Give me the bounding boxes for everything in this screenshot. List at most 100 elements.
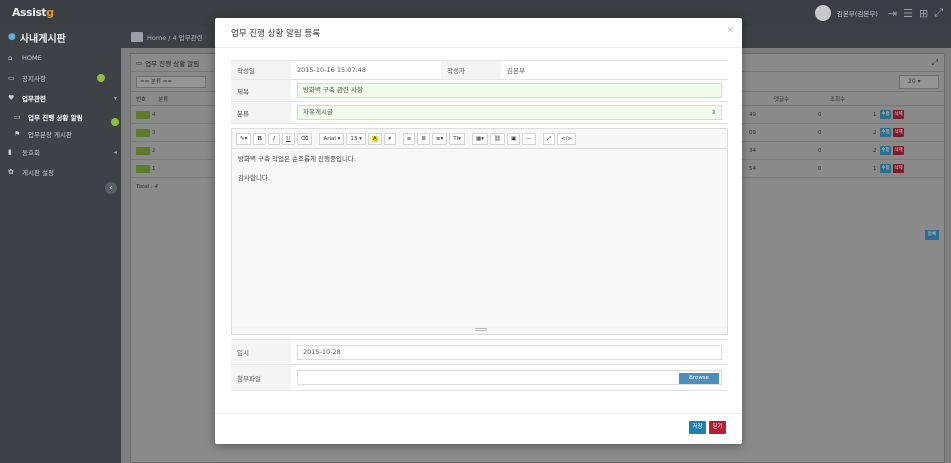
edit-button[interactable]: 수정 <box>880 164 891 173</box>
new-badge <box>136 110 150 119</box>
schedule-row: 일시 2015-10-28 <box>231 339 728 365</box>
menu-icon[interactable]: ☰ <box>903 7 913 20</box>
author-label: 작성자 <box>441 61 501 79</box>
app-logo[interactable]: Assistg <box>12 6 54 19</box>
chevron-down-icon: ▾ <box>113 94 117 102</box>
meta-row: 작성일 2015-10-16 15:07:48 작성자 김본부 <box>231 60 728 80</box>
highlight-color-button[interactable]: A <box>367 132 382 145</box>
logout-icon[interactable]: ⇥ <box>888 7 897 20</box>
notice-badge <box>97 74 105 82</box>
date-value: 2015-10-16 15:07:48 <box>297 66 367 74</box>
rich-text-editor: ✎▾ B I U ⌫ Arial ▾ 13 ▾ A ▾ ≡ ≣ ≡▾ TI▾ ▦… <box>231 128 728 335</box>
post-form: 작성일 2015-10-16 15:07:48 작성자 김본부 제목 방화벽 구… <box>231 60 728 335</box>
modal-header: 업무 진행 상황 알림 등록 ✕ <box>215 18 742 48</box>
user-name[interactable]: 김본부(김본부) <box>837 8 878 18</box>
fullscreen-icon[interactable]: ⤢ <box>542 132 556 145</box>
board-icon: ▭ <box>14 112 21 121</box>
category-filter-select[interactable]: == 분류 == <box>136 75 206 88</box>
date-label: 작성일 <box>231 61 291 79</box>
chevron-left-icon: ◂ <box>113 148 117 156</box>
code-icon[interactable]: </> <box>557 132 577 145</box>
picture-icon[interactable]: ▣ <box>507 132 521 145</box>
gear-icon: ✿ <box>8 168 14 176</box>
delete-button[interactable]: 삭제 <box>893 128 904 137</box>
schedule-form: 일시 2015-10-28 첨부파일 Browse <box>231 339 728 391</box>
flag-icon: ⚑ <box>14 129 21 138</box>
editor-toolbar: ✎▾ B I U ⌫ Arial ▾ 13 ▾ A ▾ ≡ ≣ ≡▾ TI▾ ▦… <box>232 129 727 149</box>
bars-icon: ▮ <box>8 148 12 156</box>
ordered-list-icon[interactable]: ≣ <box>417 132 430 145</box>
font-family-select[interactable]: Arial ▾ <box>319 132 345 145</box>
subject-label: 제목 <box>231 80 291 101</box>
color-dropdown-icon[interactable]: ▾ <box>383 132 396 145</box>
attachment-row: 첨부파일 Browse <box>231 365 728 391</box>
edit-button[interactable]: 수정 <box>880 146 891 155</box>
sidebar-item-home[interactable]: ⌂ HOME <box>0 48 121 68</box>
attachment-file-input[interactable]: Browse <box>297 370 722 385</box>
link-icon[interactable]: ⛓ <box>490 132 505 145</box>
editor-paragraph: 감사합니다. <box>238 174 270 182</box>
save-button[interactable]: 저장 <box>689 421 706 434</box>
font-size-select[interactable]: 13 ▾ <box>346 132 366 145</box>
rows-per-page-select[interactable]: 20 ▾ <box>899 75 939 89</box>
delete-button[interactable]: 삭제 <box>893 110 904 119</box>
style-icon[interactable]: ✎▾ <box>236 132 252 145</box>
expand-icon[interactable]: ⤢ <box>932 58 938 68</box>
menu-toggle-icon[interactable] <box>131 32 143 42</box>
category-row: 분류 자유게시글 ⇕ <box>231 102 728 124</box>
category-select[interactable]: 자유게시글 ⇕ <box>297 105 722 120</box>
chat-icon: ● <box>8 32 16 42</box>
italic-button[interactable]: I <box>268 132 281 145</box>
delete-button[interactable]: 삭제 <box>893 164 904 173</box>
close-icon[interactable]: ✕ <box>726 26 734 36</box>
subject-input[interactable]: 방화벽 구축 관련 사항 <box>297 83 722 98</box>
board-icon: ▭ <box>8 74 15 82</box>
editor-paragraph: 방화벽 구축 작업은 순조롭게 진행중입니다. <box>238 155 356 163</box>
line-height-icon[interactable]: TI▾ <box>449 132 466 145</box>
new-badge <box>136 146 150 155</box>
register-button[interactable]: 등록 <box>925 230 939 240</box>
new-badge <box>136 164 150 173</box>
sidebar-item-duty[interactable]: ⚑ 업무분장 게시판 <box>0 125 121 142</box>
editor-content[interactable]: 방화벽 구축 작업은 순조롭게 진행중입니다. 감사합니다. <box>232 149 727 327</box>
sidebar-collapse-button[interactable]: ‹ <box>105 182 117 194</box>
sidebar-item-progress[interactable]: ▭ 업무 진행 상황 알림 <box>0 108 121 126</box>
close-button[interactable]: 닫기 <box>709 421 726 434</box>
browse-button[interactable]: Browse <box>679 373 719 384</box>
sidebar-item-work[interactable]: ♥ 업무관련 ▾ <box>0 88 121 108</box>
edit-button[interactable]: 수정 <box>880 128 891 137</box>
avatar[interactable] <box>814 5 831 21</box>
sidebar: ● 사내게시판 ⌂ HOME ▭ 공지사항 ♥ 업무관련 ▾ ▭ 업무 진행 상황 알림 ⚑… <box>0 26 121 463</box>
underline-button[interactable]: U <box>282 132 295 145</box>
sidebar-item-notice[interactable]: ▭ 공지사항 <box>0 68 121 88</box>
author-value: 김본부 <box>507 67 525 75</box>
grid-icon[interactable]: ⊞ <box>919 7 928 20</box>
schedule-date-input[interactable]: 2015-10-28 <box>297 344 722 360</box>
sidebar-item-settings[interactable]: ✿ 게시판 설정 <box>0 162 121 182</box>
subject-row: 제목 방화벽 구축 관련 사항 <box>231 80 728 102</box>
chevron-updown-icon: ⇕ <box>710 109 716 116</box>
eraser-icon[interactable]: ⌫ <box>296 132 313 145</box>
modal-title: 업무 진행 상황 알림 등록 <box>231 28 321 39</box>
delete-button[interactable]: 삭제 <box>893 146 904 155</box>
hr-icon[interactable]: — <box>522 132 536 145</box>
align-icon[interactable]: ≡▾ <box>431 132 448 145</box>
edit-button[interactable]: 수정 <box>880 110 891 119</box>
board-icon: ▭ <box>136 58 143 67</box>
editor-resize-handle[interactable] <box>475 328 487 331</box>
new-badge <box>136 128 150 137</box>
unordered-list-icon[interactable]: ≡ <box>402 132 416 145</box>
category-label: 분류 <box>231 102 291 123</box>
register-modal: 업무 진행 상황 알림 등록 ✕ 작성일 2015-10-16 15:07:48… <box>215 18 742 444</box>
bold-button[interactable]: B <box>253 132 267 145</box>
heart-icon: ♥ <box>8 94 15 102</box>
fullscreen-icon[interactable]: ⤢ <box>934 6 943 20</box>
schedule-label: 일시 <box>231 340 291 364</box>
sidebar-title: ● 사내게시판 <box>8 32 66 45</box>
modal-footer: 저장 닫기 <box>215 413 742 444</box>
home-icon: ⌂ <box>8 54 13 62</box>
table-icon[interactable]: ▦▾ <box>472 132 489 145</box>
sidebar-item-club[interactable]: ▮ 동호회 ◂ <box>0 142 121 162</box>
attachment-label: 첨부파일 <box>231 365 291 390</box>
user-area: 김본부(김본부) ⇥ ☰ ⊞ ⤢ <box>814 5 943 21</box>
